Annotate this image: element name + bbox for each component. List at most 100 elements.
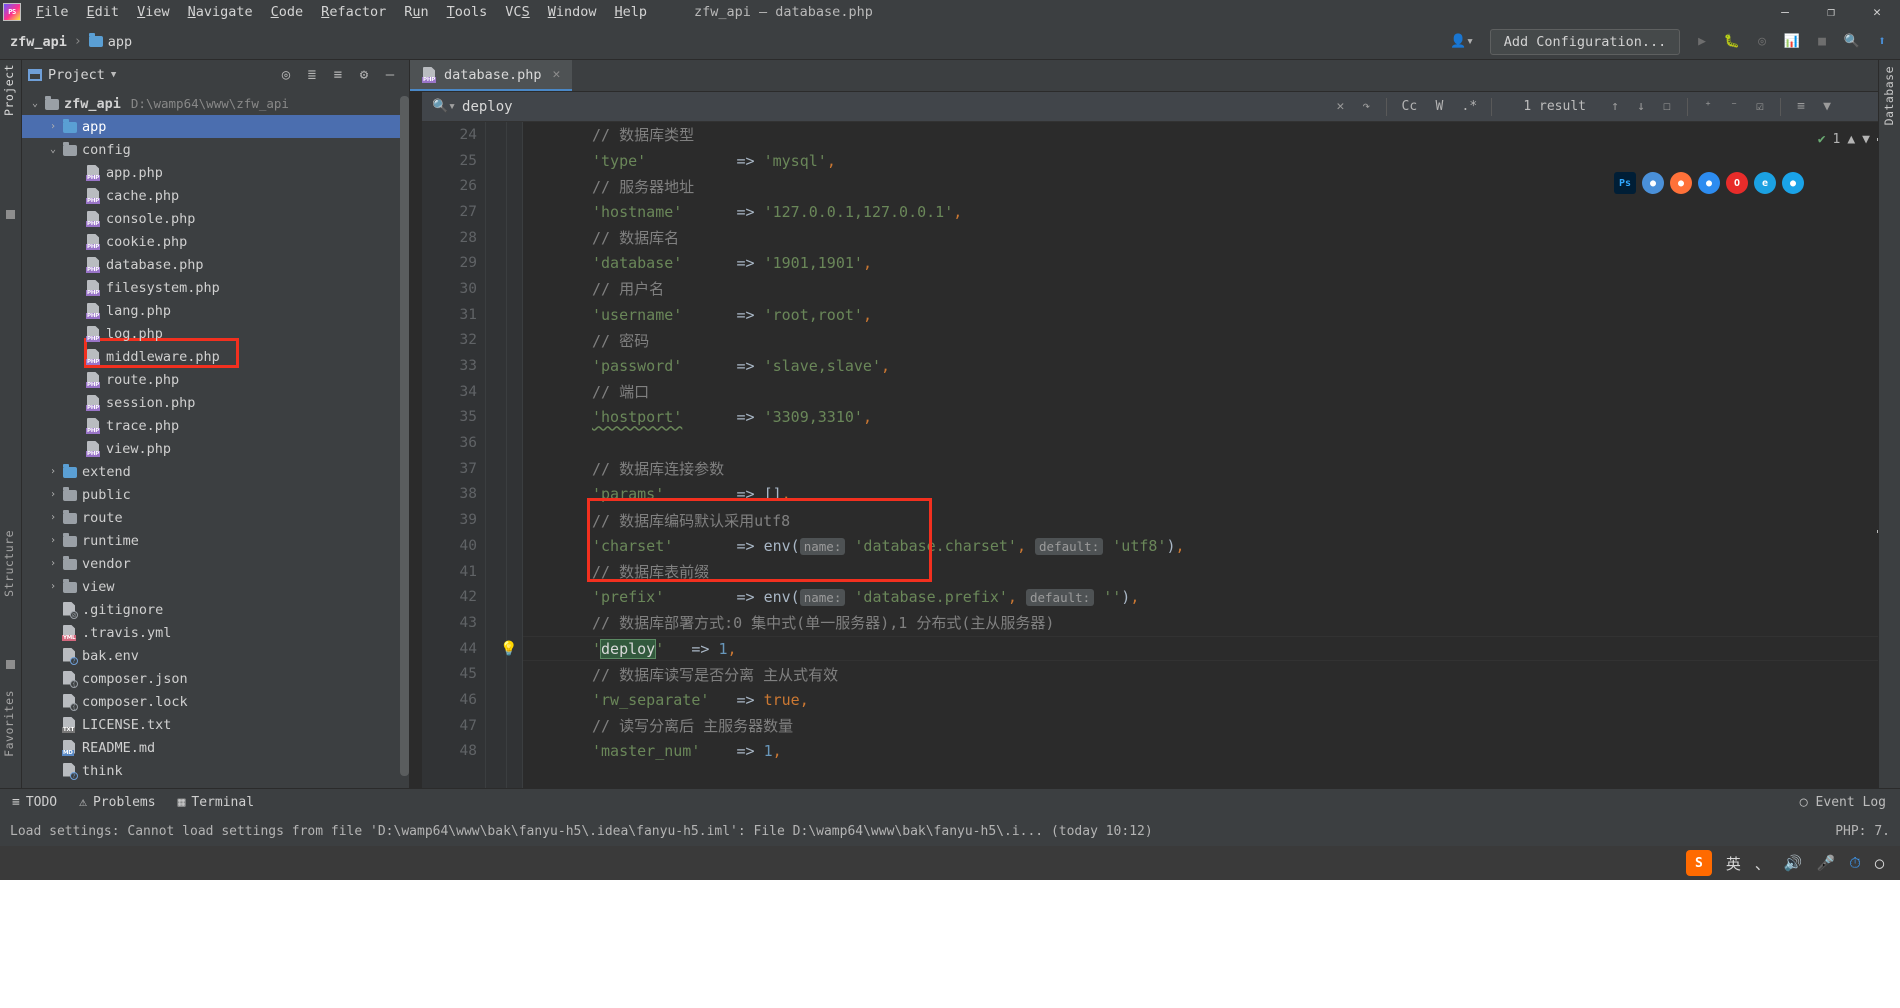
code-line[interactable]: 43 // 数据库部署方式:0 集中式(单一服务器),1 分布式(主从服务器) (422, 610, 1900, 636)
tree-row[interactable]: PHP lang.php (22, 299, 409, 322)
menu-item-run[interactable]: Run (395, 2, 437, 22)
code-line[interactable]: 39 // 数据库编码默认采用utf8 (422, 507, 1900, 533)
code-line[interactable]: 35 'hostport' => '3309,3310', (422, 405, 1900, 431)
tree-row[interactable]: {composer.lock (22, 690, 409, 713)
keyboard-icon[interactable]: 🎤 (1817, 854, 1836, 872)
status-php-version[interactable]: PHP: 7. (1835, 824, 1900, 839)
code-line[interactable]: 48 'master_num' => 1, (422, 739, 1900, 765)
tree-row[interactable]: PHP route.php (22, 368, 409, 391)
code-line[interactable]: 27 'hostname' => '127.0.0.1,127.0.0.1', (422, 199, 1900, 225)
chevron-right-icon[interactable]: › (44, 489, 62, 500)
menu-item-help[interactable]: Help (605, 2, 656, 22)
tree-row[interactable]: PHP cookie.php (22, 230, 409, 253)
tree-row[interactable]: PHP cache.php (22, 184, 409, 207)
chevron-right-icon[interactable]: › (44, 558, 62, 569)
volume-icon[interactable]: ⏱ (1849, 854, 1861, 872)
code-line[interactable]: 47 // 读写分离后 主服务器数量 (422, 713, 1900, 739)
firefox-icon[interactable]: ● (1670, 172, 1692, 194)
match-case-option[interactable]: Cc (1394, 99, 1424, 114)
code-line[interactable]: 40 'charset' => env(name: 'database.chars… (422, 533, 1900, 559)
code-line[interactable]: 45 // 数据库读写是否分离 主从式有效 (422, 661, 1900, 687)
close-tab-icon[interactable]: ✕ (553, 67, 561, 82)
filter-icon[interactable]: ▼ (1814, 99, 1840, 114)
menu-item-window[interactable]: Window (539, 2, 606, 22)
coverage-icon[interactable]: ◎ (1748, 29, 1776, 55)
chevron-right-icon[interactable]: › (44, 581, 62, 592)
code-line[interactable]: 41 // 数据库表前缀 (422, 559, 1900, 585)
debug-icon[interactable]: 🐛 (1718, 29, 1746, 55)
edge-icon[interactable]: ● (1698, 172, 1720, 194)
code-line[interactable]: 33 'password' => 'slave,slave', (422, 353, 1900, 379)
intention-bulb-icon[interactable]: 💡 (500, 641, 517, 657)
chevron-right-icon[interactable]: › (44, 512, 62, 523)
ime-language-indicator[interactable]: 英 (1726, 853, 1741, 874)
tree-row[interactable]: › public (22, 483, 409, 506)
prev-problem-icon[interactable]: ▲ (1847, 132, 1855, 147)
tree-row[interactable]: PHP middleware.php (22, 345, 409, 368)
maximize-button[interactable]: ❐ (1808, 0, 1854, 24)
code-line[interactable]: 44 💡'deploy' => 1, (422, 635, 1900, 662)
tool-tab-structure[interactable]: Structure (2, 530, 16, 597)
code-line[interactable]: 31 'username' => 'root,root', (422, 302, 1900, 328)
tree-row[interactable]: ? think (22, 759, 409, 782)
close-button[interactable]: ✕ (1854, 0, 1900, 24)
network-icon[interactable]: ◯ (1875, 854, 1884, 872)
code-line[interactable]: 38 'params' => [], (422, 482, 1900, 508)
code-line[interactable]: 24 // 数据库类型 (422, 122, 1900, 148)
tree-row[interactable]: MD README.md (22, 736, 409, 759)
run-icon[interactable]: ▶ (1688, 29, 1716, 55)
tree-row[interactable]: YML .travis.yml (22, 621, 409, 644)
clear-search-icon[interactable]: ✕ (1327, 99, 1353, 114)
tree-row[interactable]: PHP filesystem.php (22, 276, 409, 299)
words-option[interactable]: W (1424, 99, 1454, 114)
ie-icon[interactable]: e (1754, 172, 1776, 194)
opera-icon[interactable]: O (1726, 172, 1748, 194)
chrome-icon[interactable]: ● (1642, 172, 1664, 194)
code-editor[interactable]: 24 // 数据库类型 25 'type' => 'mysql', 26 // 服务器地址… (422, 122, 1900, 788)
menu-item-navigate[interactable]: Navigate (179, 2, 262, 22)
tree-row[interactable]: › runtime (22, 529, 409, 552)
tree-row[interactable]: PHP trace.php (22, 414, 409, 437)
profile-icon[interactable]: 📊 (1778, 29, 1806, 55)
menu-item-refactor[interactable]: Refactor (312, 2, 395, 22)
prev-match-icon[interactable]: ↑ (1602, 99, 1628, 114)
code-line[interactable]: 36 (422, 430, 1900, 456)
code-line[interactable]: 37 // 数据库连接参数 (422, 456, 1900, 482)
locate-icon[interactable]: ◎ (277, 67, 295, 83)
tree-row[interactable]: › view (22, 575, 409, 598)
next-match-icon[interactable]: ↓ (1628, 99, 1654, 114)
bottom-tab-problems[interactable]: ⚠ Problems (79, 795, 155, 810)
search-history-icon[interactable]: ↷ (1353, 99, 1379, 114)
tree-row-selected[interactable]: › app (22, 115, 409, 138)
chevron-down-icon[interactable]: ⌄ (26, 98, 44, 109)
tree-row-root[interactable]: ⌄ zfw_api D:\wamp64\www\zfw_api (22, 92, 409, 115)
filter-list-icon[interactable]: ≡ (1788, 99, 1814, 114)
search-icon[interactable]: 🔍▾ (432, 99, 456, 114)
tree-row[interactable]: TXT LICENSE.txt (22, 713, 409, 736)
tree-row[interactable]: › extend (22, 460, 409, 483)
code-line[interactable]: 28 // 数据库名 (422, 225, 1900, 251)
project-scrollbar[interactable] (400, 96, 409, 796)
sogou-icon[interactable]: S (1685, 850, 1712, 876)
chevron-right-icon[interactable]: › (44, 121, 62, 132)
code-line[interactable]: 34 // 端口 (422, 379, 1900, 405)
stop-icon[interactable]: ■ (1808, 29, 1836, 55)
user-icon[interactable]: 👤▾ (1450, 34, 1474, 49)
menu-item-code[interactable]: Code (262, 2, 313, 22)
menu-item-tools[interactable]: Tools (438, 2, 497, 22)
editor-tab-database-php[interactable]: PHP database.php ✕ (410, 60, 573, 91)
code-line[interactable]: 25 'type' => 'mysql', (422, 148, 1900, 174)
tool-tab-project[interactable]: Project (2, 64, 16, 116)
tree-row[interactable]: ⌄ config (22, 138, 409, 161)
tree-row[interactable]: PHP app.php (22, 161, 409, 184)
menu-item-vcs[interactable]: VCS (496, 2, 538, 22)
code-line[interactable]: 30 // 用户名 (422, 276, 1900, 302)
tree-row[interactable]: PHP view.php (22, 437, 409, 460)
next-problem-icon[interactable]: ▼ (1862, 132, 1870, 147)
menu-item-file[interactable]: File (27, 2, 78, 22)
tool-tab-database[interactable]: Database (1882, 66, 1896, 125)
select-all-occurrences-icon[interactable]: ☐ (1654, 99, 1680, 114)
safari-icon[interactable]: ● (1782, 172, 1804, 194)
inspection-widget[interactable]: ✔ 1 ▲ ▼ (1818, 132, 1870, 147)
tree-row[interactable]: ? bak.env (22, 644, 409, 667)
